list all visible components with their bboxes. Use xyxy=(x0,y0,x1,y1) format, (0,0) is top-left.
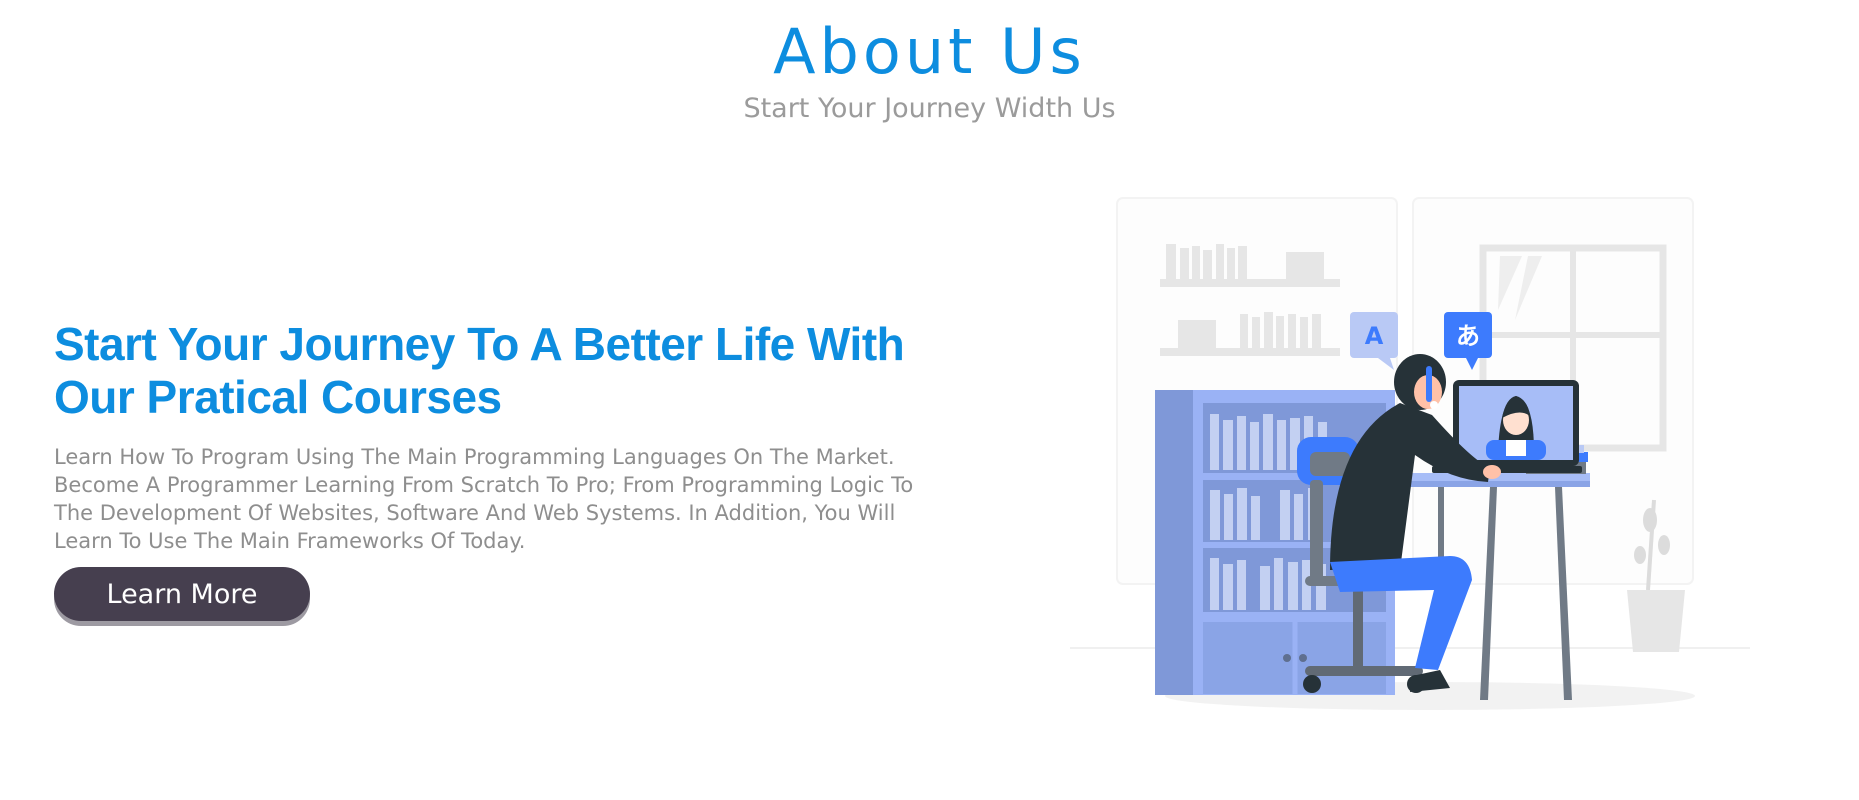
about-section-header: About Us Start Your Journey Width Us xyxy=(0,14,1859,128)
section-title: About Us xyxy=(773,15,1086,88)
bubble-right-text: あ xyxy=(1456,322,1480,350)
learn-more-button[interactable]: Learn More xyxy=(54,567,310,621)
headline: Start Your Journey To A Better Life With… xyxy=(54,318,905,423)
bubble-left-text: A xyxy=(1365,322,1384,350)
section-subtitle: Start Your Journey Width Us xyxy=(743,93,1116,124)
online-learning-illustration: A あ xyxy=(1060,190,1760,730)
description: Learn How To Program Using The Main Prog… xyxy=(54,445,914,553)
about-text-block: Start Your Journey To A Better Life With… xyxy=(54,318,934,555)
